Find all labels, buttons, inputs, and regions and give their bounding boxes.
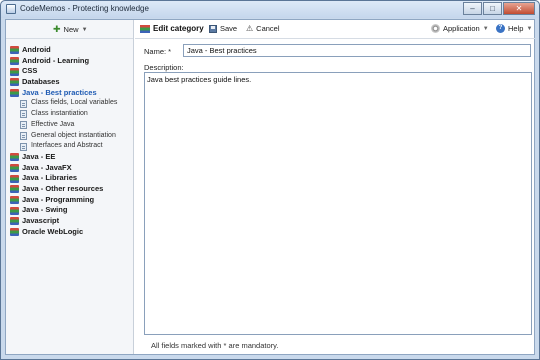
tree-item-label: Java - Best practices <box>22 87 97 97</box>
books-icon <box>10 195 19 204</box>
tree-category-item[interactable]: Oracle WebLogic <box>8 227 132 238</box>
books-icon <box>10 163 19 172</box>
gear-icon <box>431 24 440 33</box>
name-label: Name: * <box>144 47 172 56</box>
tree-item-label: Class fields, Local variables <box>31 99 118 107</box>
name-input[interactable] <box>183 44 531 57</box>
tree-item-label: CSS <box>22 66 38 76</box>
tree-item-label: Java - Swing <box>22 205 68 215</box>
tree-category-item[interactable]: Android <box>8 45 132 56</box>
books-icon <box>10 217 19 226</box>
sidebar-toolbar: ✚ New ▼ <box>6 20 133 39</box>
document-icon <box>20 121 27 130</box>
tree-memo-item[interactable]: Class fields, Local variables <box>8 98 132 109</box>
document-icon <box>20 99 27 108</box>
document-icon <box>20 142 27 151</box>
maximize-button[interactable]: □ <box>483 2 502 15</box>
books-icon <box>10 89 19 98</box>
help-icon: ? <box>496 24 505 33</box>
title-bar[interactable]: CodeMemos - Protecting knowledge – □ ✕ <box>1 1 539 18</box>
books-icon <box>10 206 19 215</box>
tree-item-label: Oracle WebLogic <box>22 226 84 236</box>
chevron-down-icon: ▼ <box>482 25 489 32</box>
window-title: CodeMemos - Protecting knowledge <box>20 4 149 13</box>
tree-category-item[interactable]: Java - Other resources <box>8 184 132 195</box>
close-button[interactable]: ✕ <box>503 2 535 15</box>
tree-category-item[interactable]: Java - Swing <box>8 205 132 216</box>
tree-category-item[interactable]: Java - Best practices <box>8 88 132 99</box>
cancel-button[interactable]: ⚠ Cancel <box>246 24 280 33</box>
save-button[interactable]: Save <box>209 24 237 33</box>
main-toolbar: Edit category Save ⚠ Cancel Application … <box>135 20 535 39</box>
books-icon <box>10 153 19 162</box>
tree-item-label: Java - EE <box>22 151 56 161</box>
description-textarea[interactable]: Java best practices guide lines. <box>144 72 532 335</box>
mandatory-fields-note: All fields marked with * are mandatory. <box>151 341 279 350</box>
tree-item-label: Interfaces and Abstract <box>31 142 103 150</box>
tree-category-item[interactable]: Java - Libraries <box>8 173 132 184</box>
app-icon <box>6 4 16 14</box>
window-controls: – □ ✕ <box>462 2 535 15</box>
cancel-label: Cancel <box>256 24 280 33</box>
tree-category-item[interactable]: CSS <box>8 66 132 77</box>
tree-item-label: Java - JavaFX <box>22 162 72 172</box>
tree-item-label: Class instantiation <box>31 110 88 118</box>
save-icon <box>209 24 217 33</box>
tree-item-label: Java - Other resources <box>22 183 104 193</box>
books-icon <box>10 57 19 66</box>
tree-memo-item[interactable]: Class instantiation <box>8 109 132 120</box>
help-label: Help <box>508 24 524 33</box>
tree-memo-item[interactable]: Effective Java <box>8 120 132 131</box>
tree-category-item[interactable]: Java - EE <box>8 152 132 163</box>
tree-item-label: Databases <box>22 77 60 87</box>
tree-item-label: Effective Java <box>31 120 75 128</box>
chevron-down-icon: ▼ <box>526 25 533 32</box>
app-window: CodeMemos - Protecting knowledge – □ ✕ ✚… <box>0 0 540 360</box>
tree-item-label: General object instantiation <box>31 131 116 139</box>
tree-memo-item[interactable]: General object instantiation <box>8 131 132 142</box>
tree-category-item[interactable]: Android - Learning <box>8 56 132 67</box>
tree-category-item[interactable]: Databases <box>8 77 132 88</box>
edit-category-heading: Edit category <box>140 24 204 33</box>
document-icon <box>20 110 27 119</box>
tree-category-item[interactable]: Javascript <box>8 216 132 227</box>
minimize-button[interactable]: – <box>463 2 482 15</box>
tree-memo-item[interactable]: Interfaces and Abstract <box>8 141 132 152</box>
save-label: Save <box>220 24 238 33</box>
category-tree: Android Android - Learning CSS Databases Jav… <box>8 45 132 237</box>
new-button-label: New <box>63 25 79 34</box>
sidebar: ✚ New ▼ Android Android - Learning CSS Data… <box>6 20 134 354</box>
tree-item-label: Java - Programming <box>22 194 95 204</box>
books-icon <box>10 67 19 76</box>
help-menu-button[interactable]: ? Help ▼ <box>496 24 532 33</box>
books-icon <box>10 185 19 194</box>
tree-item-label: Java - Libraries <box>22 173 78 183</box>
new-button[interactable]: ✚ New ▼ <box>53 24 88 35</box>
tree-item-label: Android - Learning <box>22 55 90 65</box>
books-icon <box>10 78 19 87</box>
application-label: Application <box>443 24 480 33</box>
tree-item-label: Javascript <box>22 216 60 225</box>
cancel-icon: ⚠ <box>246 24 254 33</box>
description-label: Description: <box>144 63 184 72</box>
plus-icon: ✚ <box>53 24 61 34</box>
category-icon <box>140 24 150 33</box>
books-icon <box>10 46 19 55</box>
client-area: ✚ New ▼ Android Android - Learning CSS Data… <box>5 19 535 355</box>
edit-category-label: Edit category <box>153 24 204 33</box>
tree-category-item[interactable]: Java - JavaFX <box>8 163 132 174</box>
books-icon <box>10 174 19 183</box>
document-icon <box>20 131 27 140</box>
application-menu-button[interactable]: Application ▼ <box>431 24 489 33</box>
tree-item-label: Android <box>22 45 51 54</box>
chevron-down-icon: ▼ <box>81 26 88 33</box>
tree-category-item[interactable]: Java - Programming <box>8 195 132 206</box>
books-icon <box>10 228 19 237</box>
main-panel: Edit category Save ⚠ Cancel Application … <box>135 20 535 354</box>
